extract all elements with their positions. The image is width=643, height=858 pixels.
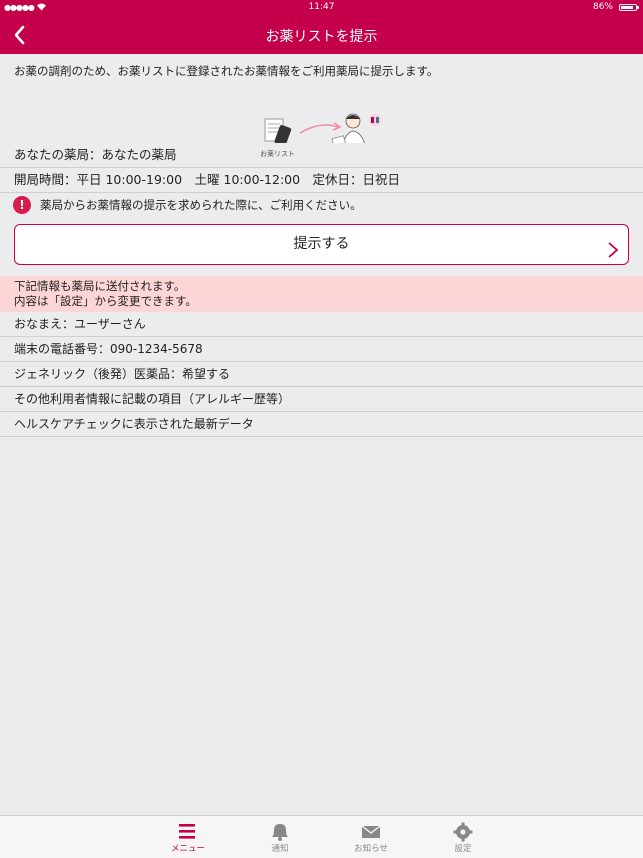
chevron-right-icon (606, 236, 620, 258)
present-button[interactable]: 提示する (14, 224, 629, 265)
tab-notifications-label: 通知 (271, 844, 289, 854)
status-bar: ●●●●● 11:47 86% (0, 0, 643, 16)
status-time: 11:47 (308, 2, 335, 12)
list-item-name: おなまえ：ユーザーさん (0, 312, 643, 337)
info-band: 下記情報も薬局に送付されます。 内容は「設定」から変更できます。 (0, 276, 643, 312)
illustration: お薬リスト (0, 83, 643, 164)
tab-menu-label: メニュー (170, 844, 205, 854)
tab-news[interactable]: お知らせ (341, 820, 401, 854)
main-content: お薬の調剤のため、お薬リストに登録されたお薬情報をご利用薬局に提示します。 お薬… (0, 54, 643, 437)
tab-menu[interactable]: メニュー (158, 820, 218, 854)
illustration-caption: お薬リスト (260, 150, 295, 158)
gear-icon (433, 820, 493, 842)
bell-icon (250, 820, 310, 842)
info-line-1: 下記情報も薬局に送付されます。 (14, 279, 186, 293)
tab-bar: メニュー 通知 お知らせ 設定 (0, 815, 643, 858)
pharmacy-illustration (264, 113, 381, 164)
tab-news-label: お知らせ (354, 844, 388, 854)
tab-settings-label: 設定 (454, 844, 472, 854)
pharmacy-name-row: あなたの薬局：あなたの薬局 (0, 143, 643, 168)
usage-notice: ! 薬局からお薬情報の提示を求められた際に、ご利用ください。 (0, 193, 643, 217)
page-title: お薬リストを提示 (265, 29, 378, 45)
battery-icon (619, 4, 639, 11)
list-item-generic: ジェネリック（後発）医薬品：希望する (0, 362, 643, 387)
list-item-other-info: その他利用者情報に記載の項目（アレルギー歴等） (0, 387, 643, 412)
mail-icon (341, 820, 401, 842)
menu-icon (158, 820, 218, 842)
pharmacy-hours-row: 開局時間：平日 10:00-19:00 土曜 10:00-12:00 定休日：日… (0, 168, 643, 193)
notice-text: 薬局からお薬情報の提示を求められた際に、ご利用ください。 (40, 198, 362, 212)
present-button-label: 提示する (293, 236, 350, 252)
battery-percent: 86% (592, 2, 613, 12)
tab-settings[interactable]: 設定 (433, 820, 493, 854)
intro-text: お薬の調剤のため、お薬リストに登録されたお薬情報をご利用薬局に提示します。 (14, 64, 439, 78)
tab-notifications[interactable]: 通知 (250, 820, 310, 854)
shared-info-list: おなまえ：ユーザーさん 端末の電話番号：090-1234-5678 ジェネリック… (0, 312, 643, 437)
info-line-2: 内容は「設定」から変更できます。 (14, 294, 197, 308)
list-item-healthcare: ヘルスケアチェックに表示された最新データ (0, 412, 643, 437)
nav-bar: お薬リストを提示 (0, 16, 643, 54)
list-item-phone: 端末の電話番号：090-1234-5678 (0, 337, 643, 362)
alert-icon: ! (13, 196, 31, 214)
